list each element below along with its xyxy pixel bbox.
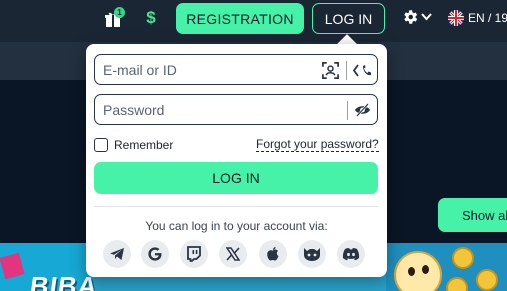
show-all-button[interactable]: Show al: [438, 198, 507, 232]
remember-label: Remember: [114, 138, 174, 152]
language-selector[interactable]: EN / 19: [468, 11, 507, 25]
uk-flag-icon[interactable]: [448, 10, 464, 26]
mascot-eye: [422, 265, 429, 274]
login-popover: E-mail or ID Password Remember Forgot yo…: [86, 44, 387, 277]
discord-icon[interactable]: [337, 240, 365, 268]
mascot-eye: [408, 267, 415, 276]
login-button[interactable]: LOG IN: [312, 3, 385, 34]
steam-icon[interactable]: [298, 240, 326, 268]
telegram-icon[interactable]: [103, 240, 131, 268]
phone-switch-icon[interactable]: [352, 62, 372, 84]
apple-icon[interactable]: [259, 240, 287, 268]
registration-button[interactable]: REGISTRATION: [176, 3, 304, 34]
gift-badge: 1: [114, 7, 125, 18]
chicken-mascot-icon: [394, 251, 442, 291]
forgot-password-link[interactable]: Forgot your password?: [256, 138, 379, 152]
face-scan-icon[interactable]: [321, 61, 340, 85]
chevron-down-icon[interactable]: [421, 12, 432, 22]
google-icon[interactable]: [141, 240, 169, 268]
coin-icon: [446, 277, 468, 291]
banner-logo-text: BIBA: [27, 271, 96, 291]
password-field[interactable]: Password: [94, 94, 378, 125]
social-login-caption: You can log in to your account via:: [145, 219, 328, 233]
promo-banner-right[interactable]: [386, 243, 507, 291]
x-icon[interactable]: [219, 240, 247, 268]
banner-decoration: [0, 252, 25, 280]
twitch-icon[interactable]: [180, 240, 208, 268]
email-field[interactable]: E-mail or ID: [94, 54, 378, 85]
password-placeholder: Password: [103, 102, 165, 118]
coin-icon: [476, 269, 498, 291]
coin-icon: [452, 247, 474, 269]
email-placeholder: E-mail or ID: [103, 62, 177, 78]
field-separator: [346, 61, 347, 80]
gear-icon[interactable]: [401, 8, 419, 26]
deposit-dollar-icon[interactable]: $: [142, 8, 160, 28]
divider: [94, 206, 378, 207]
eye-off-icon[interactable]: [354, 103, 371, 122]
promo-banner-left[interactable]: BIBA: [0, 243, 96, 291]
remember-checkbox[interactable]: [94, 138, 108, 152]
login-submit-button[interactable]: LOG IN: [94, 162, 378, 194]
field-separator: [347, 101, 348, 120]
